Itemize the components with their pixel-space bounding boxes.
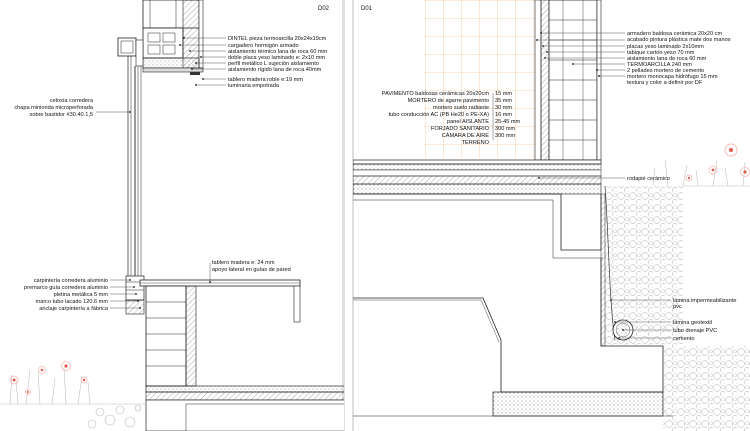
d01-label-lamina: lámina impermeabilizante: [673, 298, 736, 304]
d02-label-bastidor: sobre bastidor #30.40.1,5: [30, 112, 93, 118]
floor-layer-name-4: panel AISLANTE: [447, 119, 489, 125]
d02-label-luminaria: luminaria empotrada: [228, 83, 280, 89]
d02-label-pletina: pletina metálica 5 mm: [54, 292, 109, 298]
luminaire: [190, 72, 200, 75]
d01-floor-layer-labels: PAVIMENTO baldosas cerámicas 20x20cm 15 …: [382, 91, 521, 146]
sheet-divider: [344, 0, 353, 431]
d02-labels-left-top: celosía corredera chapa minionda micrope…: [14, 98, 94, 118]
d02-label-rigido: aislamiento rígido lana de roca 40mm: [228, 67, 322, 73]
floor-layer-name-2: mortero suelo radiante: [433, 105, 489, 111]
floor-layer-thk-3: 16 mm: [495, 112, 512, 118]
d02-label-tablero-madera: tablero madera e: 24 mm: [212, 260, 275, 266]
d01-wall: [534, 0, 602, 161]
panel-d01: D01 armadero baldosa cerámica 20x20 cm a…: [353, 0, 750, 431]
d01-floor: [353, 159, 602, 195]
d01-labels-right-top: armadero baldosa cerámica 20x20 cm acaba…: [627, 31, 731, 86]
d02-planting: [9, 361, 91, 405]
floor-layer-name-5: FORJADO SANITARIO: [431, 126, 490, 132]
d02-gravel: [0, 403, 146, 429]
d01-drawing: D01 armadero baldosa cerámica 20x20 cm a…: [353, 0, 750, 431]
d02-labels-left-bottom: carpintería corredera aluminio premarco …: [24, 278, 109, 312]
d02-upper-wall: [142, 0, 204, 75]
floor-layer-thk-5: 300 mm: [495, 126, 516, 132]
d02-labels-mid: tablero madera e: 24 mm apoyo lateral en…: [212, 260, 291, 273]
d01-label-pvc: pvc: [673, 304, 682, 310]
floor-layer-name-1: MORTERO de agarre pavimento: [408, 98, 489, 104]
d01-label-drenaje: tubo drenaje PVC: [673, 328, 717, 334]
d02-label-premarco: premarco guía corredera aluminio: [24, 285, 108, 291]
floor-layer-name-0: PAVIMENTO baldosas cerámicas 20x20cm: [382, 91, 490, 97]
floor-layer-name-7: TERRENO: [462, 140, 490, 146]
floor-layer-thk-2: 30 mm: [495, 105, 512, 111]
d02-label-apoyo: apoyo lateral en guías de pared: [212, 267, 291, 273]
floor-layer-thk-4: 25-45 mm: [495, 119, 521, 125]
d01-label-1: acabado pintura plástica mate dos manos: [627, 37, 731, 43]
d02-tag: D02: [318, 6, 330, 12]
d01-label-cemento: cemento: [673, 336, 694, 342]
d02-label-celosia: celosía corredera: [50, 98, 94, 104]
floor-layer-name-3: tubo conducción AC (PB He20 o PE-XA): [389, 112, 490, 118]
d02-label-carpinteria: carpintería corredera aluminio: [34, 278, 108, 284]
d02-label-anclaje: anclaje carpintería a fábrica: [39, 306, 109, 312]
d02-label-marco: marco tubo lacado 120.6 mm: [36, 299, 109, 305]
floor-layer-thk-6: 300 mm: [495, 133, 516, 139]
d02-head-fixture: [117, 37, 144, 67]
d01-label-8: textura y color a definir por DF: [627, 80, 703, 86]
d02-label-chapa: chapa minionda microperforada: [14, 105, 94, 111]
panel-d02: D02 DINTEL pieza termoarcilla 20x24x19cm…: [0, 0, 344, 431]
d01-label-geotextil: lámina geotextil: [673, 320, 712, 326]
d02-lower-wall: [145, 285, 344, 431]
floor-layer-name-6: CÁMARA DE AIRE: [442, 132, 490, 139]
d02-drawing: D02 DINTEL pieza termoarcilla 20x24x19cm…: [0, 0, 344, 431]
d02-labels-right: DINTEL pieza termoarcilla 20x24x19cm car…: [228, 36, 328, 89]
detail-sheet: D02 DINTEL pieza termoarcilla 20x24x19cm…: [0, 0, 750, 431]
d01-label-rodapie: rodapié cerámico: [627, 176, 670, 182]
floor-layer-thk-0: 15 mm: [495, 91, 512, 97]
floor-layer-thk-1: 35 mm: [495, 98, 512, 104]
d01-tag: D01: [361, 6, 373, 12]
d02-leaders: [96, 37, 226, 309]
d02-leader-dots: [129, 37, 211, 309]
d02-label-lintel: DINTEL pieza termoarcilla 20x24x19cm: [228, 36, 327, 42]
d02-vertical-frames: [127, 56, 142, 285]
